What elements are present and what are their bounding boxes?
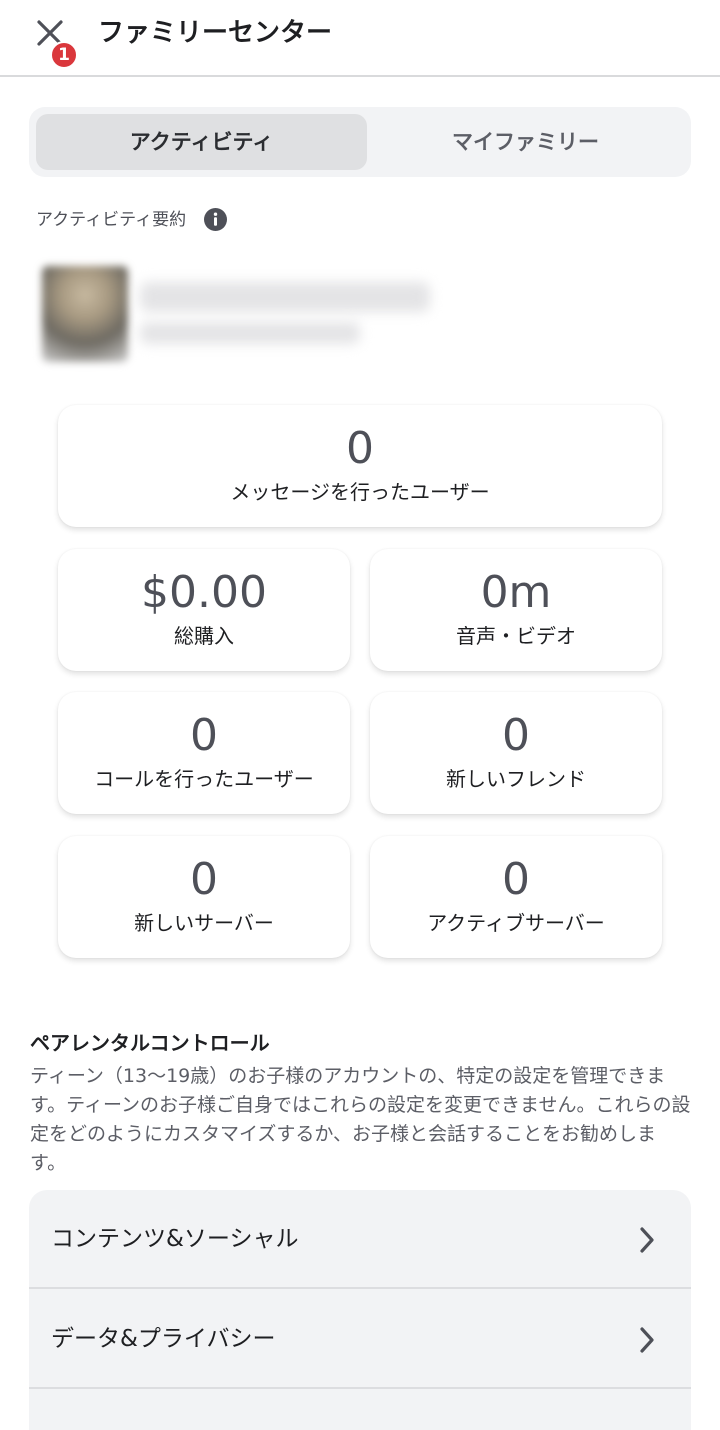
stat-card-messaged-users[interactable]: 0 メッセージを行ったユーザー (58, 405, 662, 527)
stat-value: 0 (502, 710, 530, 761)
settings-row-label: データ&プライバシー (51, 1326, 276, 1352)
stat-label: 新しいフレンド (446, 767, 586, 791)
stat-card-total-purchases[interactable]: $0.00 総購入 (58, 549, 350, 671)
profile-name-blurred (140, 282, 430, 312)
settings-row-data-privacy[interactable]: データ&プライバシー (29, 1290, 691, 1389)
avatar (42, 266, 128, 362)
tab-my-family[interactable]: マイファミリー (367, 114, 684, 170)
stat-value: 0 (190, 710, 218, 761)
stat-card-active-servers[interactable]: 0 アクティブサーバー (370, 836, 662, 958)
stat-label: コールを行ったユーザー (94, 767, 314, 791)
stat-card-new-servers[interactable]: 0 新しいサーバー (58, 836, 350, 958)
parental-controls-description: ティーン（13〜19歳）のお子様のアカウントの、特定の設定を管理できます。ティー… (30, 1065, 691, 1174)
tab-bar: アクティビティ マイファミリー (29, 107, 691, 177)
settings-row-content-social[interactable]: コンテンツ&ソーシャル (29, 1190, 691, 1289)
profile-subtext-blurred (140, 322, 360, 344)
stat-value: 0m (480, 567, 552, 618)
stat-card-new-friends[interactable]: 0 新しいフレンド (370, 692, 662, 814)
stat-value: $0.00 (141, 567, 267, 618)
stat-value: 0 (190, 854, 218, 905)
chevron-right-icon (640, 1327, 654, 1353)
stat-value: 0 (346, 423, 374, 474)
stat-label: アクティブサーバー (427, 911, 605, 935)
stat-label: 総購入 (174, 624, 234, 648)
parental-settings-list: コンテンツ&ソーシャル データ&プライバシー (29, 1190, 691, 1430)
notification-badge: 1 (50, 41, 78, 69)
activity-summary-label: アクティビティ要約 (36, 210, 187, 230)
header-bar: 1 ファミリーセンター (0, 0, 720, 77)
stat-label: 新しいサーバー (134, 911, 274, 935)
parental-controls-title: ペアレンタルコントロール (30, 1031, 270, 1055)
stat-card-called-users[interactable]: 0 コールを行ったユーザー (58, 692, 350, 814)
chevron-right-icon (640, 1227, 654, 1253)
stat-label: メッセージを行ったユーザー (230, 480, 490, 504)
stat-label: 音声・ビデオ (456, 624, 576, 648)
tab-activity[interactable]: アクティビティ (36, 114, 367, 170)
page-title: ファミリーセンター (98, 18, 333, 48)
settings-row-label: コンテンツ&ソーシャル (51, 1226, 299, 1252)
info-icon[interactable] (204, 208, 227, 231)
stat-card-voice-video[interactable]: 0m 音声・ビデオ (370, 549, 662, 671)
stat-value: 0 (502, 854, 530, 905)
